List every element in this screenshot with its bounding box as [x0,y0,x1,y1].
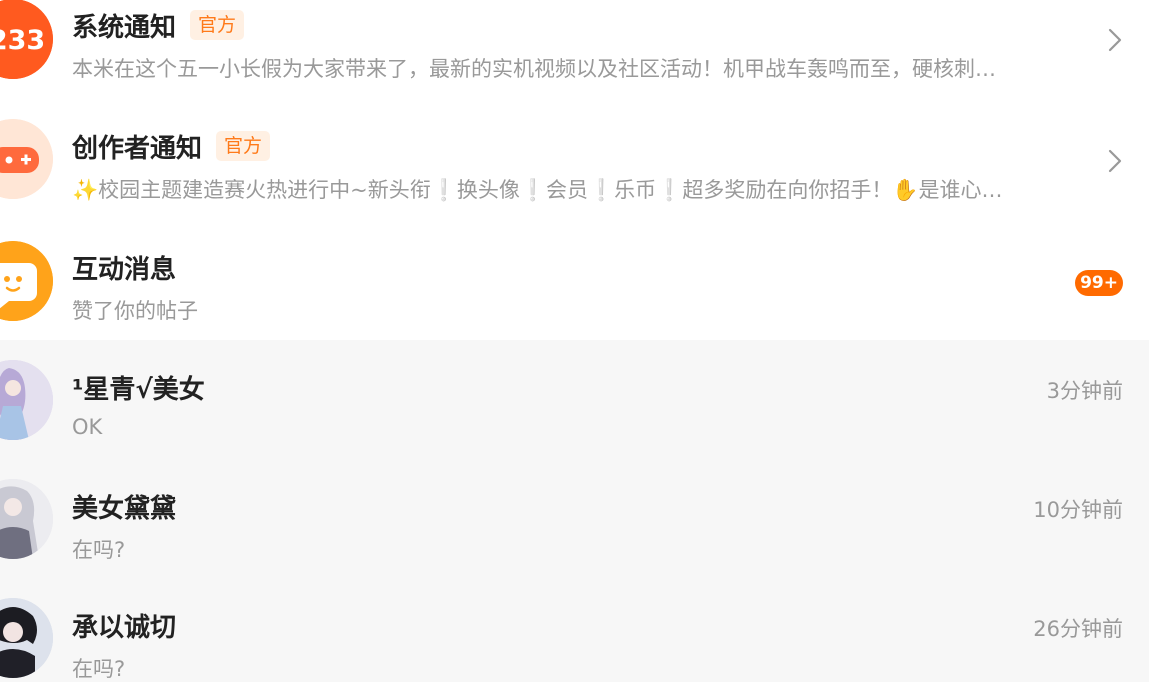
chevron-right-icon[interactable] [1107,147,1123,175]
interaction-message-row[interactable]: 互动消息 赞了你的帖子 99+ [0,220,1149,340]
creator-avatar [0,119,53,199]
system-title: 系统通知 [72,12,177,43]
user-avatar [0,479,53,559]
chat-row[interactable]: 承以诚切 在吗? 26分钟前 [0,580,1149,682]
user-avatar-image [0,360,53,440]
avatar-logo-text: 233 [0,25,45,56]
system-notification-row[interactable]: 233 系统通知 官方 本米在这个五一小长假为大家带来了，最新的实机视频以及社区… [0,0,1149,100]
chat-name: ¹星青√美女 [72,374,205,405]
chat-row[interactable]: ¹星青√美女 OK 3分钟前 [0,340,1149,460]
chat-time: 10分钟前 [1033,498,1123,522]
chat-name-line: 承以诚切 [72,605,176,645]
user-avatar-image [0,479,53,559]
interaction-avatar [0,241,53,321]
user-avatar [0,598,53,678]
chat-preview: 在吗? [72,657,126,681]
chat-name-line: ¹星青√美女 [72,367,205,407]
message-list: 233 系统通知 官方 本米在这个五一小长假为大家带来了，最新的实机视频以及社区… [0,0,1149,682]
interaction-title-line: 互动消息 [72,247,176,287]
chat-time: 3分钟前 [1046,379,1123,403]
creator-title: 创作者通知 [72,133,203,164]
chat-preview: OK [72,415,103,439]
interaction-title: 互动消息 [72,254,177,285]
creator-title-line: 创作者通知 官方 [72,126,271,166]
chat-preview: 在吗? [72,538,126,562]
official-badge: 官方 [216,131,271,161]
chat-name: 承以诚切 [72,612,177,643]
system-preview: 本米在这个五一小长假为大家带来了，最新的实机视频以及社区活动！机甲战车轰鸣而至，… [72,57,996,81]
gamepad-icon [0,119,53,199]
system-title-line: 系统通知 官方 [72,5,245,45]
chat-name-line: 美女黛黛 [72,486,176,526]
unread-count-badge: 99+ [1075,270,1123,296]
user-avatar-image [0,598,53,678]
interaction-preview: 赞了你的帖子 [72,299,198,323]
user-avatar [0,360,53,440]
system-avatar: 233 [0,0,53,79]
chat-face-icon [0,241,53,321]
chat-row[interactable]: 美女黛黛 在吗? 10分钟前 [0,460,1149,580]
chat-name: 美女黛黛 [72,493,177,524]
chat-time: 26分钟前 [1033,617,1123,641]
creator-preview: ✨校园主题建造赛火热进行中~新头衔❕换头像❕会员❕乐币❕超多奖励在向你招手！✋是… [72,178,1003,202]
creator-notification-row[interactable]: 创作者通知 官方 ✨校园主题建造赛火热进行中~新头衔❕换头像❕会员❕乐币❕超多奖… [0,100,1149,220]
233-logo-icon: 233 [0,0,53,79]
chevron-right-icon[interactable] [1107,26,1123,54]
official-badge: 官方 [190,10,245,40]
